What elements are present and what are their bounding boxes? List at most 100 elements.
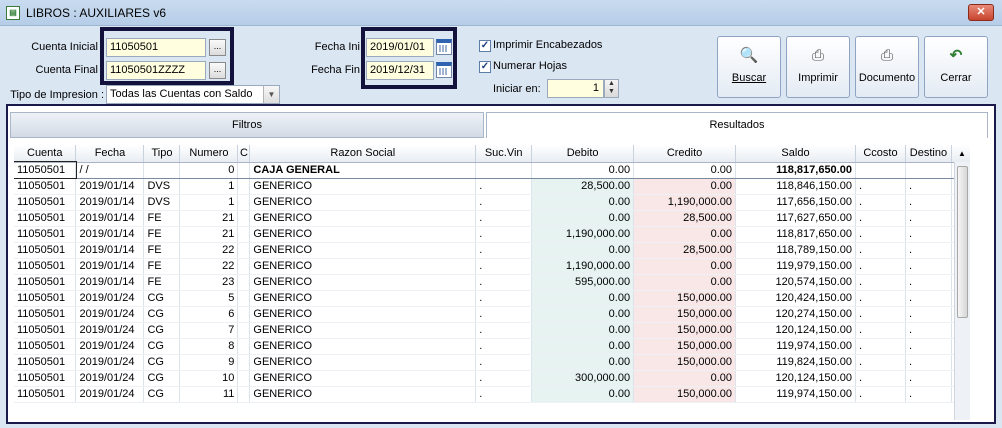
- column-header[interactable]: C: [237, 145, 251, 163]
- column-header[interactable]: Debito: [531, 145, 635, 163]
- tab-filtros[interactable]: Filtros: [10, 112, 484, 138]
- table-cell: 2019/01/24: [75, 338, 145, 355]
- iniciar-en-label: Iniciar en:: [493, 83, 541, 95]
- table-cell: 11050501: [14, 274, 77, 291]
- table-row[interactable]: 11050501 2019/01/24 CG 11 GENERICO. 0.00 150,0…: [14, 386, 970, 403]
- column-header[interactable]: Ccosto: [855, 145, 906, 163]
- table-cell: GENERICO: [249, 306, 477, 323]
- column-header[interactable]: Saldo: [735, 145, 856, 163]
- table-row[interactable]: 11050501 2019/01/24 CG 7 GENERICO. 0.00 150,00…: [14, 322, 970, 339]
- table-cell: 10: [179, 370, 239, 387]
- table-cell: 11050501: [14, 338, 77, 355]
- table-cell: CG: [143, 386, 181, 403]
- table-cell: 6: [179, 306, 239, 323]
- column-header[interactable]: Destino: [905, 145, 952, 163]
- table-row[interactable]: 11050501 2019/01/24 CG 8 GENERICO. 0.00 150,00…: [14, 338, 970, 355]
- table-cell: 1,190,000.00: [531, 258, 635, 275]
- table-cell: 150,000.00: [633, 354, 737, 371]
- table-cell: 5: [179, 290, 239, 307]
- table-row[interactable]: 11050501/ /0 CAJA GENERAL 0.00 0.00 118,817,…: [14, 161, 970, 179]
- table-cell: [237, 386, 251, 403]
- table-cell: 0.00: [633, 370, 737, 387]
- table-cell: 23: [179, 274, 239, 291]
- printer-icon: ⎙: [811, 47, 824, 64]
- iniciar-en-input[interactable]: 1: [547, 79, 604, 98]
- table-cell: 2019/01/24: [75, 370, 145, 387]
- buscar-button[interactable]: 🔍 Buscar: [717, 36, 781, 98]
- table-cell: [237, 194, 251, 211]
- table-row[interactable]: 11050501 2019/01/24 CG 10 GENERICO. 300,000.0…: [14, 370, 970, 387]
- column-header[interactable]: Cuenta: [14, 145, 77, 163]
- table-cell: GENERICO: [249, 290, 477, 307]
- column-header[interactable]: Fecha: [75, 145, 145, 163]
- table-cell: [237, 161, 251, 179]
- table-cell: 117,656,150.00: [735, 194, 856, 211]
- column-header[interactable]: Tipo: [143, 145, 181, 163]
- table-cell: .: [855, 242, 906, 259]
- table-cell: 0.00: [531, 338, 635, 355]
- table-cell: .: [475, 338, 533, 355]
- table-cell: 2019/01/24: [75, 354, 145, 371]
- table-cell: GENERICO: [249, 322, 477, 339]
- iniciar-en-spinner[interactable]: ▲ ▼: [604, 79, 619, 98]
- table-row[interactable]: 11050501 2019/01/14 DVS 1 GENERICO. 0.00 1,190…: [14, 194, 970, 211]
- scrollbar-thumb[interactable]: [957, 166, 968, 318]
- tipo-impresion-label: Tipo de Impresion :: [10, 89, 104, 101]
- table-cell: .: [475, 370, 533, 387]
- table-cell: .: [905, 210, 952, 227]
- table-header-row: Cuenta Fecha Tipo Numero C Razon Social Suc.Vi…: [14, 145, 970, 163]
- table-cell: .: [905, 290, 952, 307]
- table-row[interactable]: 11050501 2019/01/24 CG 9 GENERICO. 0.00 150,00…: [14, 354, 970, 371]
- cerrar-button[interactable]: ↶ Cerrar: [924, 36, 988, 98]
- table-row[interactable]: 11050501 2019/01/14 FE 22 GENERICO. 1,190,000…: [14, 258, 970, 275]
- table-cell: 0.00: [633, 274, 737, 291]
- table-cell: 2019/01/24: [75, 306, 145, 323]
- table-cell: CG: [143, 370, 181, 387]
- imprimir-encabezados-checkbox[interactable]: ✓: [479, 40, 491, 52]
- table-cell: FE: [143, 242, 181, 259]
- table-cell: 117,627,650.00: [735, 210, 856, 227]
- column-header[interactable]: Credito: [633, 145, 737, 163]
- table-row[interactable]: 11050501 2019/01/14 FE 21 GENERICO. 1,190,000…: [14, 226, 970, 243]
- table-cell: .: [475, 290, 533, 307]
- table-row[interactable]: 11050501 2019/01/14 FE 21 GENERICO. 0.00 28,50…: [14, 210, 970, 227]
- table-cell: [237, 370, 251, 387]
- table-cell: FE: [143, 258, 181, 275]
- cerrar-label: Cerrar: [940, 72, 972, 84]
- table-cell: 2019/01/14: [75, 258, 145, 275]
- table-cell: [237, 242, 251, 259]
- table-cell: [237, 178, 251, 195]
- table-cell: 0.00: [531, 161, 635, 179]
- close-window-button[interactable]: ✕: [968, 4, 994, 21]
- table-cell: .: [905, 194, 952, 211]
- table-row[interactable]: 11050501 2019/01/24 CG 6 GENERICO. 0.00 150,00…: [14, 306, 970, 323]
- table-cell: 11050501: [14, 226, 77, 243]
- table-cell: 0.00: [633, 226, 737, 243]
- imprimir-button[interactable]: ⎙ Imprimir: [786, 36, 850, 98]
- column-header[interactable]: Razon Social: [249, 145, 477, 163]
- tab-resultados[interactable]: Resultados: [486, 112, 988, 138]
- table-cell: CG: [143, 338, 181, 355]
- vertical-scrollbar[interactable]: [954, 162, 970, 420]
- documento-button[interactable]: ⎙ Documento: [855, 36, 919, 98]
- table-cell: .: [855, 258, 906, 275]
- table-row[interactable]: 11050501 2019/01/14 DVS 1 GENERICO. 28,500.00…: [14, 178, 970, 195]
- tipo-impresion-select[interactable]: Todas las Cuentas con Saldo ▼: [106, 85, 280, 104]
- column-header[interactable]: Suc.Vin: [475, 145, 533, 163]
- numerar-hojas-label: Numerar Hojas: [493, 60, 567, 72]
- table-cell: GENERICO: [249, 370, 477, 387]
- table-row[interactable]: 11050501 2019/01/24 CG 5 GENERICO. 0.00 150,00…: [14, 290, 970, 307]
- tipo-impresion-value: Todas las Cuentas con Saldo: [110, 88, 253, 100]
- numerar-hojas-checkbox[interactable]: ✓: [479, 61, 491, 73]
- table-row[interactable]: 11050501 2019/01/14 FE 22 GENERICO. 0.00 28,50…: [14, 242, 970, 259]
- table-cell: GENERICO: [249, 210, 477, 227]
- documento-label: Documento: [858, 72, 916, 84]
- column-header[interactable]: Numero: [179, 145, 239, 163]
- table-cell: .: [475, 194, 533, 211]
- table-cell: 120,274,150.00: [735, 306, 856, 323]
- table-row[interactable]: 11050501 2019/01/14 FE 23 GENERICO. 595,000.0…: [14, 274, 970, 291]
- table-cell: 22: [179, 242, 239, 259]
- table-cell: 11050501: [14, 306, 77, 323]
- table-cell: 21: [179, 210, 239, 227]
- results-grid[interactable]: Cuenta Fecha Tipo Numero C Razon Social Suc.Vi…: [14, 145, 970, 420]
